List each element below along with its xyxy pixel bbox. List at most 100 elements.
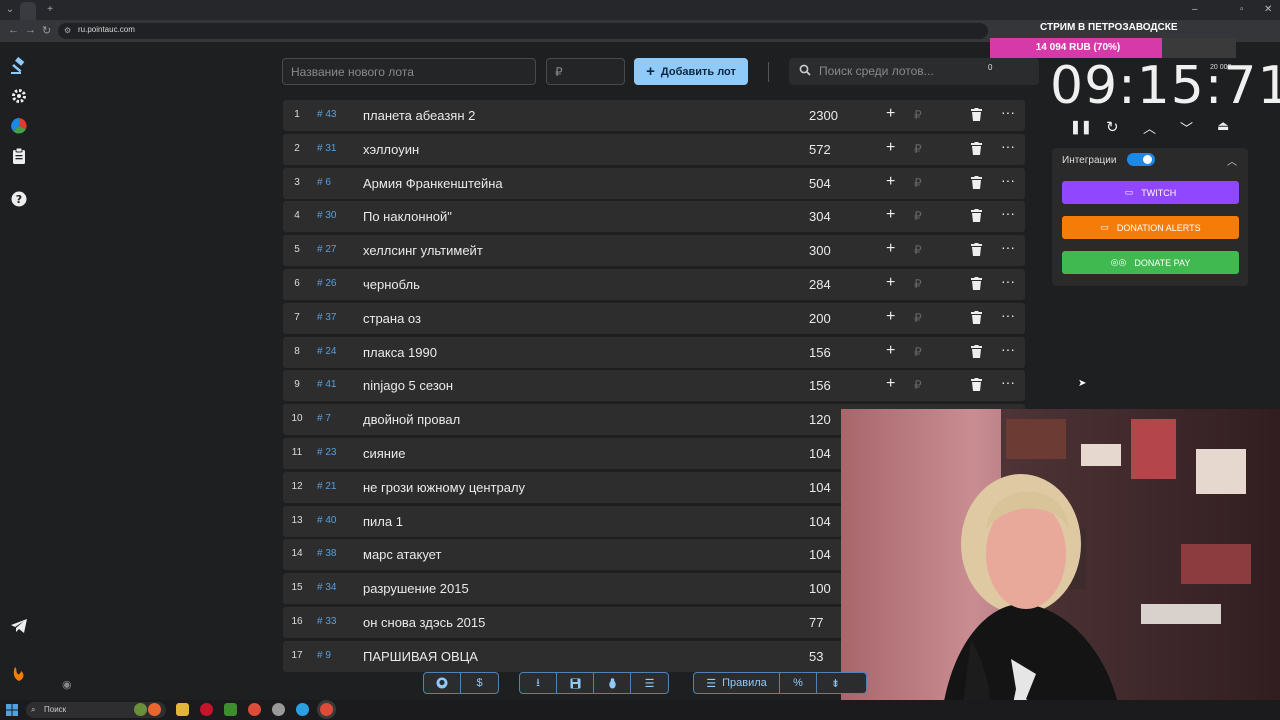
rub-amount-input[interactable]: ₽ xyxy=(914,345,922,359)
lot-row[interactable]: 5 # 27 хеллсинг ультимейт 300 + ₽ ··· xyxy=(283,235,1025,267)
more-options-icon[interactable]: ··· xyxy=(1001,172,1015,188)
add-amount-icon[interactable]: + xyxy=(886,342,895,360)
dollar-icon[interactable]: $ xyxy=(461,673,498,693)
lot-name[interactable]: страна оз xyxy=(363,311,421,326)
file-explorer-icon[interactable] xyxy=(176,703,189,716)
obs-icon[interactable] xyxy=(272,703,285,716)
rub-amount-input[interactable]: ₽ xyxy=(914,311,922,325)
twitch-button[interactable]: ▭ TWITCH xyxy=(1062,181,1239,204)
donation-alerts-logo-icon[interactable] xyxy=(9,664,29,684)
rules-button[interactable]: ☰ Правила xyxy=(694,673,780,693)
clipboard-icon[interactable] xyxy=(9,146,29,166)
lot-name[interactable]: двойной провал xyxy=(363,412,460,427)
integrations-toggle[interactable] xyxy=(1127,153,1155,166)
lot-row[interactable]: 7 # 37 страна оз 200 + ₽ ··· xyxy=(283,302,1025,334)
lot-name[interactable]: ПАРШИВАЯ ОВЦА xyxy=(363,649,478,664)
download-icon[interactable]: ⭳ xyxy=(520,673,557,693)
add-amount-icon[interactable]: + xyxy=(886,240,895,258)
more-options-icon[interactable]: ··· xyxy=(1001,138,1015,154)
collapse-chevron-icon[interactable]: ︿ xyxy=(1227,153,1237,168)
reload-icon[interactable]: ↻ xyxy=(42,24,51,37)
rub-amount-input[interactable]: ₽ xyxy=(914,108,922,122)
delete-icon[interactable] xyxy=(971,141,985,156)
active-tab[interactable] xyxy=(20,2,36,20)
chevron-up-icon[interactable]: ︿ xyxy=(1143,118,1156,137)
add-amount-icon[interactable]: + xyxy=(886,173,895,191)
lot-name[interactable]: пила 1 xyxy=(363,514,403,529)
extra-tool-icon[interactable]: ⇟ xyxy=(817,673,854,693)
rub-amount-input[interactable]: ₽ xyxy=(914,176,922,190)
add-amount-icon[interactable]: + xyxy=(886,105,895,123)
site-info-icon[interactable]: ⚙ xyxy=(64,26,71,35)
lot-name[interactable]: чернобль xyxy=(363,277,420,292)
pause-icon[interactable]: ❚❚ xyxy=(1070,119,1092,135)
more-options-icon[interactable]: ··· xyxy=(1001,104,1015,120)
delete-icon[interactable] xyxy=(971,108,985,122)
lot-name[interactable]: планета абеазян 2 xyxy=(363,108,475,123)
telegram-icon[interactable] xyxy=(9,616,29,636)
lot-row[interactable]: 3 # 6 Армия Франкенштейна 504 + ₽ ··· xyxy=(283,167,1025,199)
back-icon[interactable]: ← xyxy=(8,24,19,36)
opera-icon[interactable] xyxy=(200,703,213,716)
widget-icon[interactable] xyxy=(134,703,147,716)
rub-amount-input[interactable]: ₽ xyxy=(914,277,922,291)
add-amount-icon[interactable]: + xyxy=(886,274,895,292)
donation-alerts-button[interactable]: ▭ DONATION ALERTS xyxy=(1062,216,1239,239)
lot-name[interactable]: Армия Франкенштейна xyxy=(363,176,503,191)
delete-icon[interactable] xyxy=(971,310,985,325)
github-icon[interactable] xyxy=(424,673,461,693)
eject-icon[interactable]: ⏏ xyxy=(1217,118,1229,134)
rub-amount-input[interactable]: ₽ xyxy=(914,378,922,392)
more-options-icon[interactable]: ··· xyxy=(1001,341,1015,357)
minimize-icon[interactable]: – xyxy=(1192,4,1198,15)
rub-amount-input[interactable]: ₽ xyxy=(914,243,922,257)
lot-name[interactable]: плакса 1990 xyxy=(363,345,437,360)
rub-amount-input[interactable]: ₽ xyxy=(914,209,922,223)
lot-name[interactable]: ninjago 5 сезон xyxy=(363,378,453,393)
delete-icon[interactable] xyxy=(971,175,985,190)
lot-name[interactable]: разрушение 2015 xyxy=(363,581,469,596)
eye-icon[interactable]: ◉ xyxy=(62,678,72,691)
lot-row[interactable]: 9 # 41 ninjago 5 сезон 156 + ₽ ··· xyxy=(283,370,1025,402)
lot-row[interactable]: 8 # 24 плакса 1990 156 + ₽ ··· xyxy=(283,336,1025,368)
maximize-icon[interactable]: ▫ xyxy=(1240,4,1244,15)
lot-row[interactable]: 6 # 26 чернобль 284 + ₽ ··· xyxy=(283,269,1025,300)
delete-icon[interactable] xyxy=(971,277,985,291)
new-tab-icon[interactable]: + xyxy=(44,4,56,16)
chevron-down-icon[interactable]: ﹀ xyxy=(1180,118,1193,137)
delete-icon[interactable] xyxy=(971,209,985,223)
lot-name[interactable]: хэллоуин xyxy=(363,142,419,157)
add-amount-icon[interactable]: + xyxy=(886,206,895,224)
chrome-active-icon[interactable] xyxy=(320,703,333,716)
delete-icon[interactable] xyxy=(971,344,985,359)
add-amount-icon[interactable]: + xyxy=(886,139,895,157)
more-options-icon[interactable]: ··· xyxy=(1001,374,1015,390)
percent-icon[interactable]: % xyxy=(780,673,817,693)
reset-icon[interactable]: ↻ xyxy=(1106,118,1119,136)
bug-icon[interactable] xyxy=(594,673,631,693)
lot-search-input[interactable]: Поиск среди лотов... xyxy=(789,58,1039,85)
windows-start-icon[interactable] xyxy=(6,704,18,716)
lot-row[interactable]: 1 # 43 планета абеазян 2 2300 + ₽ ··· xyxy=(283,100,1025,131)
add-lot-button[interactable]: + Добавить лот xyxy=(634,58,748,85)
help-icon[interactable]: ? xyxy=(9,189,29,209)
more-options-icon[interactable]: ··· xyxy=(1001,307,1015,323)
add-amount-icon[interactable]: + xyxy=(886,375,895,393)
telegram-taskbar-icon[interactable] xyxy=(296,703,309,716)
close-icon[interactable]: ✕ xyxy=(1264,4,1272,15)
lot-name[interactable]: По наклонной" xyxy=(363,209,452,224)
save-icon[interactable] xyxy=(557,673,594,693)
donate-pay-button[interactable]: ◎◎ DONATE PAY xyxy=(1062,251,1239,274)
rub-amount-input[interactable]: ₽ xyxy=(914,142,922,156)
url-field[interactable]: ⚙ ru.pointauc.com xyxy=(58,23,988,39)
add-amount-icon[interactable]: + xyxy=(886,308,895,326)
widget-icon-2[interactable] xyxy=(148,703,161,716)
price-input[interactable]: ₽ xyxy=(546,58,625,85)
wheel-icon[interactable] xyxy=(9,116,29,136)
delete-icon[interactable] xyxy=(971,243,985,257)
lot-name[interactable]: хеллсинг ультимейт xyxy=(363,243,483,258)
tab-list-icon[interactable]: ⌄ xyxy=(4,4,16,16)
clear-list-icon[interactable]: ☰ xyxy=(631,673,668,693)
more-options-icon[interactable]: ··· xyxy=(1001,273,1015,289)
delete-icon[interactable] xyxy=(971,378,985,392)
